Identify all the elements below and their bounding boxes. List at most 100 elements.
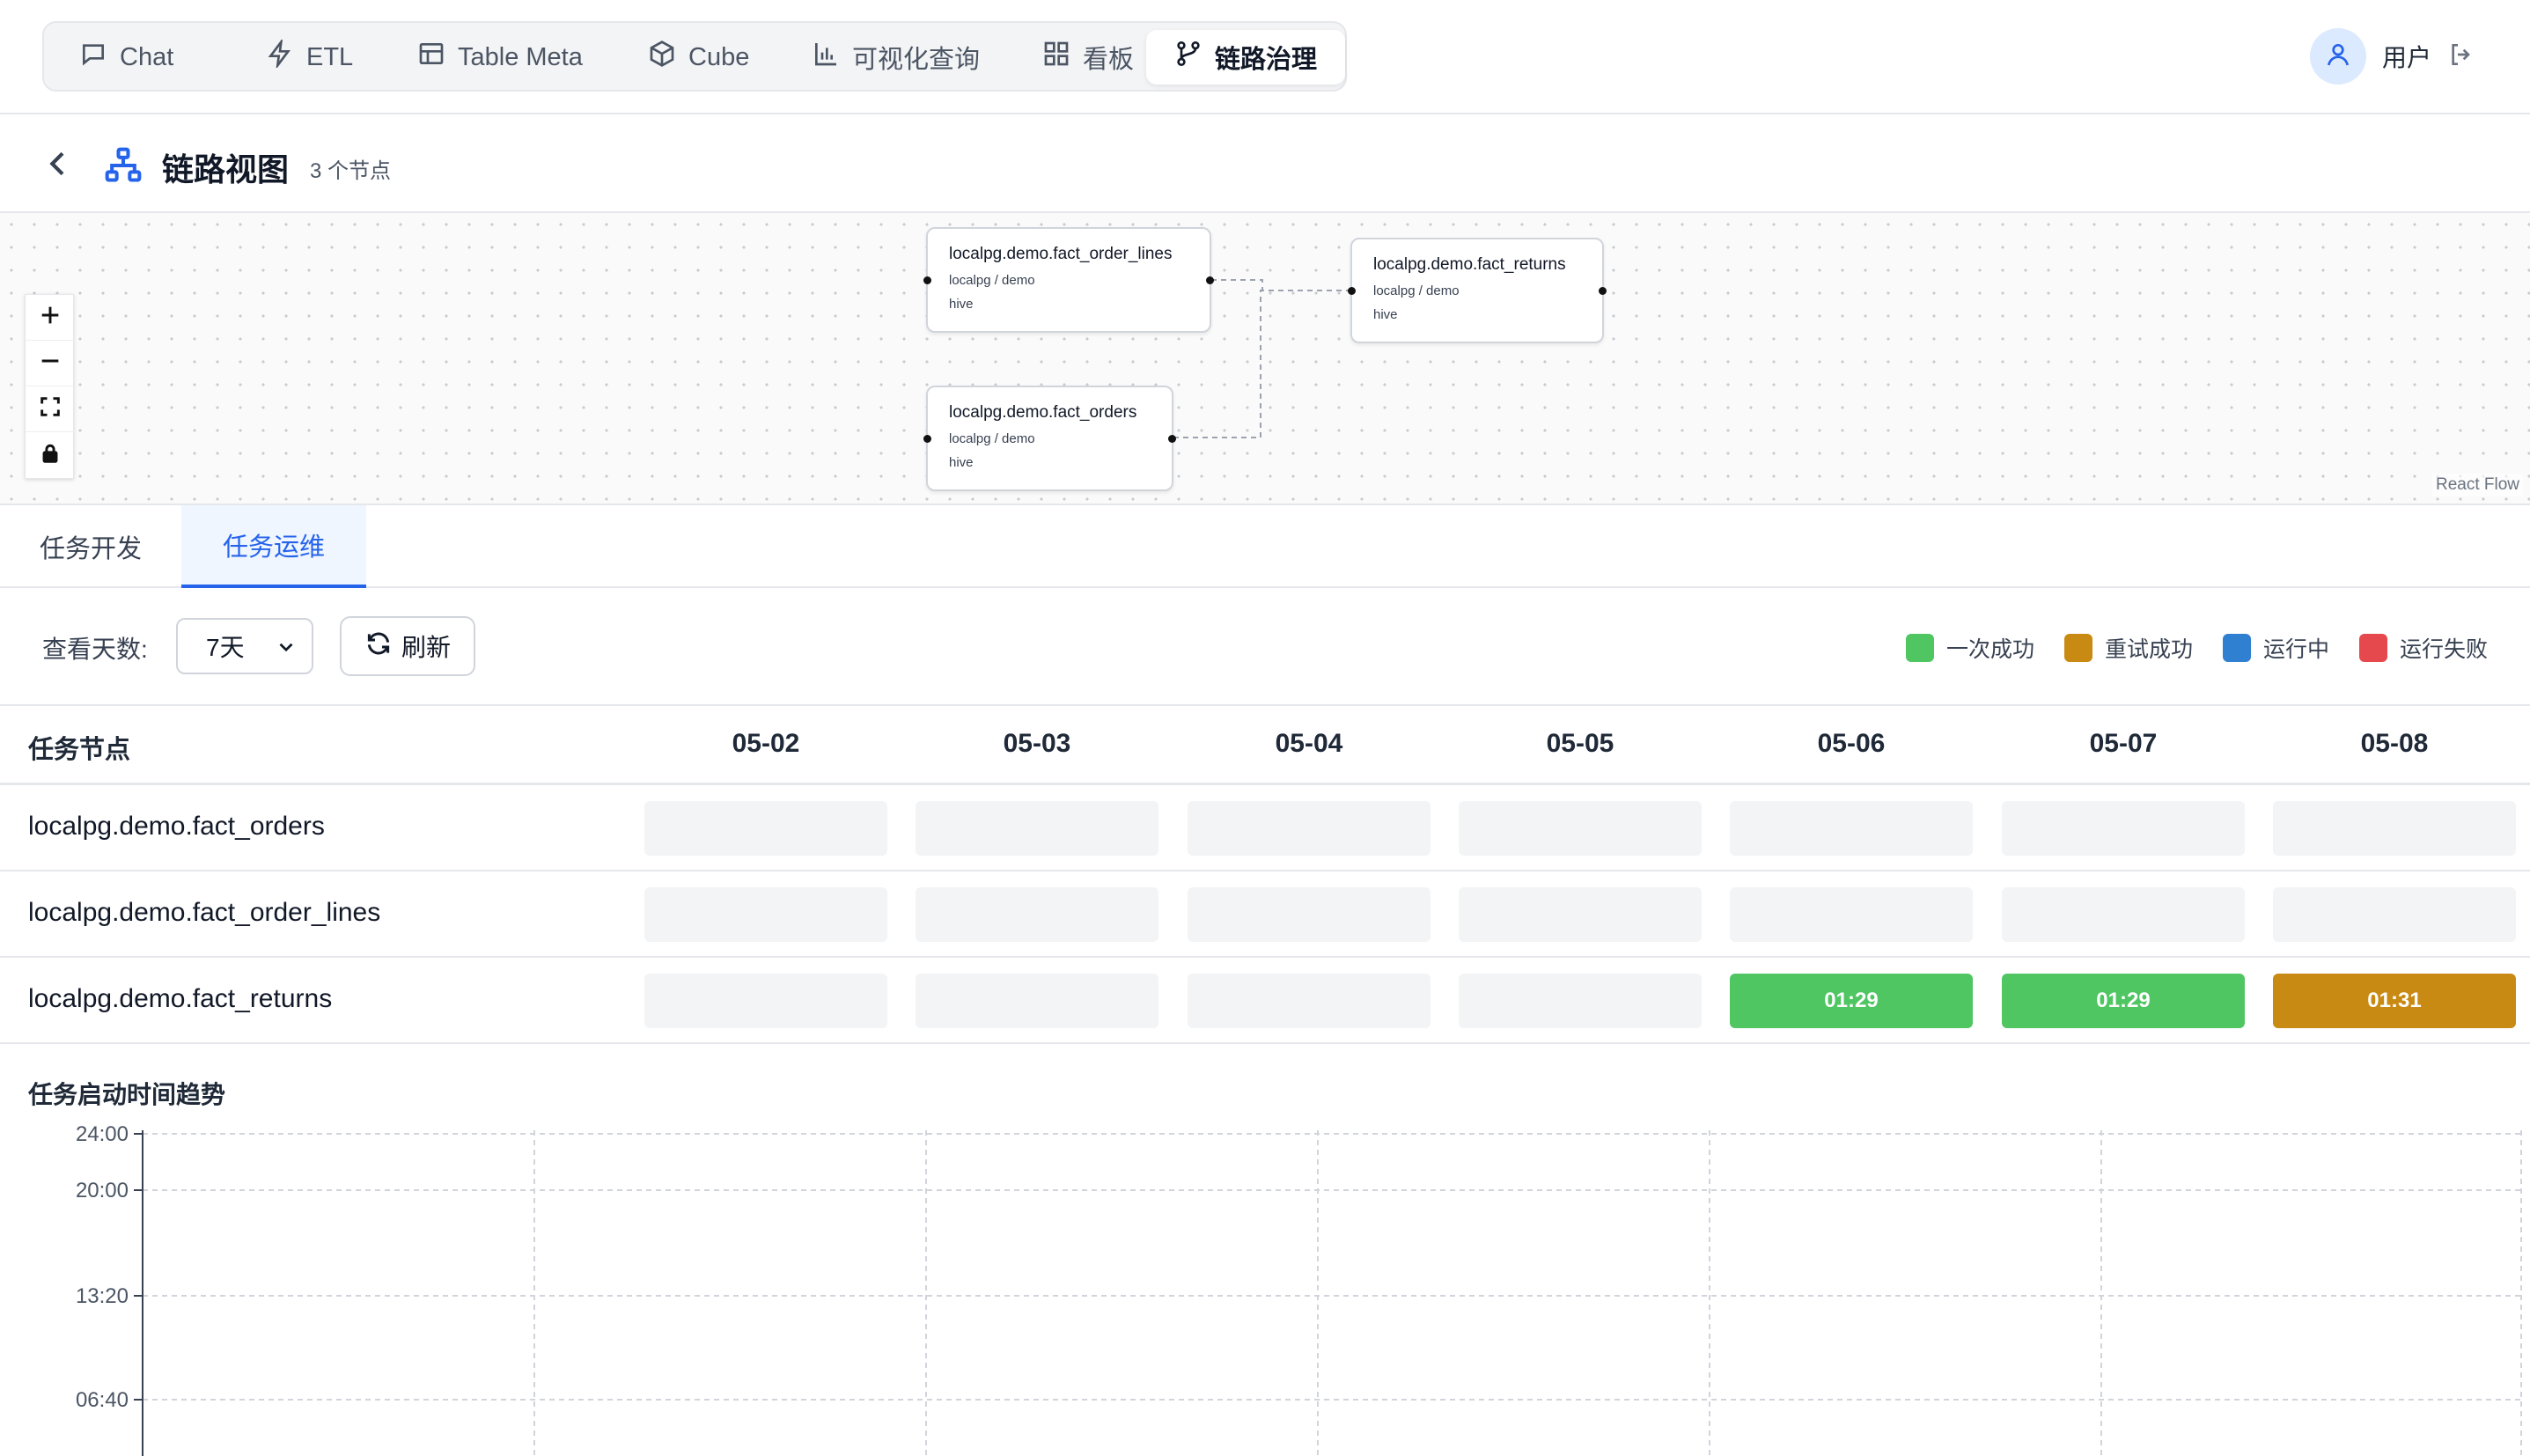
- task-row: localpg.demo.fact_orders: [0, 785, 2530, 871]
- date-header: 05-08: [2360, 729, 2429, 758]
- fit-view-icon: [38, 394, 63, 423]
- node-handle[interactable]: [1206, 276, 1214, 284]
- bar-chart-icon: [812, 40, 840, 75]
- status-cell[interactable]: [1459, 974, 1702, 1028]
- status-cell[interactable]: 01:31: [2273, 974, 2516, 1028]
- refresh-button[interactable]: 刷新: [340, 616, 475, 676]
- status-cell[interactable]: [2273, 887, 2516, 942]
- task-row: localpg.demo.fact_order_lines: [0, 871, 2530, 958]
- minus-icon: [38, 349, 63, 378]
- dashboard-icon: [1042, 40, 1070, 75]
- flow-controls: [25, 294, 75, 479]
- node-type: hive: [949, 297, 974, 312]
- lineage-flow-canvas[interactable]: localpg.demo.fact_order_lines localpg / …: [0, 213, 2530, 505]
- nav-item-dashboard[interactable]: 看板: [1014, 30, 1162, 85]
- status-cell[interactable]: [1188, 974, 1430, 1028]
- flow-node[interactable]: localpg.demo.fact_returns localpg / demo…: [1348, 238, 1607, 343]
- status-cell[interactable]: [916, 801, 1158, 856]
- nav-item-visual-query[interactable]: 可视化查询: [783, 30, 1008, 85]
- nav-item-lineage[interactable]: 链路治理: [1146, 30, 1346, 85]
- nav-item-table-meta[interactable]: Table Meta: [389, 30, 611, 85]
- status-cell[interactable]: [2002, 887, 2245, 942]
- react-flow-attribution[interactable]: React Flow: [2431, 474, 2523, 496]
- flow-node[interactable]: localpg.demo.fact_orders localpg / demo …: [923, 386, 1176, 491]
- node-path: localpg / demo: [949, 273, 1035, 288]
- status-legend: 一次成功 重试成功 运行中 运行失败: [1905, 632, 2488, 664]
- status-cell[interactable]: [916, 887, 1158, 942]
- status-cell[interactable]: [1459, 887, 1702, 942]
- task-row-name: localpg.demo.fact_orders: [28, 812, 325, 841]
- task-row: localpg.demo.fact_returns 01:29 01:29 01…: [0, 958, 2530, 1044]
- status-cell[interactable]: [644, 801, 887, 856]
- trend-y-ticks: [134, 1133, 143, 1401]
- lightning-icon: [266, 37, 294, 75]
- nav-item-label: 看板: [1083, 46, 1135, 74]
- legend-label: 运行失败: [2399, 637, 2488, 662]
- legend-swatch: [2222, 634, 2251, 662]
- logout-icon[interactable]: [2447, 40, 2475, 73]
- chevron-down-icon: [275, 636, 298, 665]
- zoom-in-button[interactable]: [26, 295, 75, 341]
- flow-node[interactable]: localpg.demo.fact_order_lines localpg / …: [923, 227, 1214, 333]
- nav-item-chat[interactable]: Chat: [51, 30, 202, 85]
- nav-item-label: Chat: [120, 42, 174, 71]
- legend-item: 一次成功: [1905, 632, 2034, 664]
- branch-icon: [1174, 40, 1202, 75]
- status-cell[interactable]: [2273, 801, 2516, 856]
- status-cell[interactable]: [644, 974, 887, 1028]
- legend-swatch: [1905, 634, 1934, 662]
- node-handle[interactable]: [1168, 435, 1176, 443]
- nav-item-label: Table Meta: [458, 42, 583, 71]
- status-cell[interactable]: [1459, 801, 1702, 856]
- date-header: 05-02: [732, 729, 800, 758]
- node-handle[interactable]: [1599, 287, 1607, 295]
- table-icon: [417, 40, 445, 75]
- app-root: Chat ETL Table Meta Cube 可视化查询 看板 链路治理 用…: [0, 0, 2530, 1456]
- legend-label: 运行中: [2262, 637, 2329, 662]
- node-title: localpg.demo.fact_orders: [949, 403, 1137, 422]
- node-type: hive: [949, 455, 974, 470]
- tab-task-dev[interactable]: 任务开发: [0, 505, 181, 588]
- node-handle[interactable]: [1348, 287, 1356, 295]
- node-handle[interactable]: [923, 276, 931, 284]
- cube-icon: [648, 40, 676, 75]
- status-cell[interactable]: [1188, 801, 1430, 856]
- status-cell[interactable]: 01:29: [1730, 974, 1973, 1028]
- avatar[interactable]: [2309, 28, 2366, 85]
- start-time-trend-chart: 24:00 20:00 13:20 06:40: [76, 1122, 2522, 1456]
- date-header: 05-07: [2089, 729, 2158, 758]
- chevron-left-icon: [40, 151, 76, 185]
- zoom-out-button[interactable]: [26, 341, 75, 386]
- lock-button[interactable]: [26, 432, 75, 478]
- task-node-header: 任务节点: [28, 736, 131, 764]
- nav-item-cube[interactable]: Cube: [620, 30, 777, 85]
- fit-view-button[interactable]: [26, 386, 75, 432]
- trend-title: 任务启动时间趋势: [28, 1081, 226, 1108]
- date-header: 05-03: [1003, 729, 1071, 758]
- node-title: localpg.demo.fact_returns: [1373, 255, 1566, 274]
- days-select[interactable]: 7天: [176, 618, 313, 674]
- task-grid-header: 任务节点 05-02 05-03 05-04 05-05 05-06 05-07…: [0, 706, 2530, 785]
- tab-task-ops[interactable]: 任务运维: [181, 505, 366, 588]
- status-cell[interactable]: [644, 887, 887, 942]
- chat-icon: [79, 40, 107, 75]
- page-header: 链路视图 3 个节点: [0, 114, 2530, 213]
- trend-grid: [143, 1130, 2522, 1456]
- node-path: localpg / demo: [949, 431, 1035, 446]
- back-button[interactable]: [40, 146, 76, 181]
- status-cell[interactable]: 01:29: [2002, 974, 2245, 1028]
- node-handle[interactable]: [923, 435, 931, 443]
- status-cell[interactable]: [2002, 801, 2245, 856]
- ops-toolbar: 查看天数: 7天 刷新 一次成功 重试成功 运行中 运行失败: [0, 588, 2530, 706]
- flow-edges: [1173, 279, 1350, 438]
- date-header: 05-06: [1817, 729, 1886, 758]
- user-area: 用户: [2309, 28, 2475, 85]
- status-cell[interactable]: [1730, 887, 1973, 942]
- status-cell[interactable]: [1188, 887, 1430, 942]
- refresh-label: 刷新: [401, 634, 451, 661]
- nav-item-label: Cube: [688, 42, 750, 71]
- status-cell[interactable]: [1730, 801, 1973, 856]
- nav-item-etl[interactable]: ETL: [238, 30, 381, 85]
- y-tick-label: 13:20: [76, 1284, 129, 1308]
- status-cell[interactable]: [916, 974, 1158, 1028]
